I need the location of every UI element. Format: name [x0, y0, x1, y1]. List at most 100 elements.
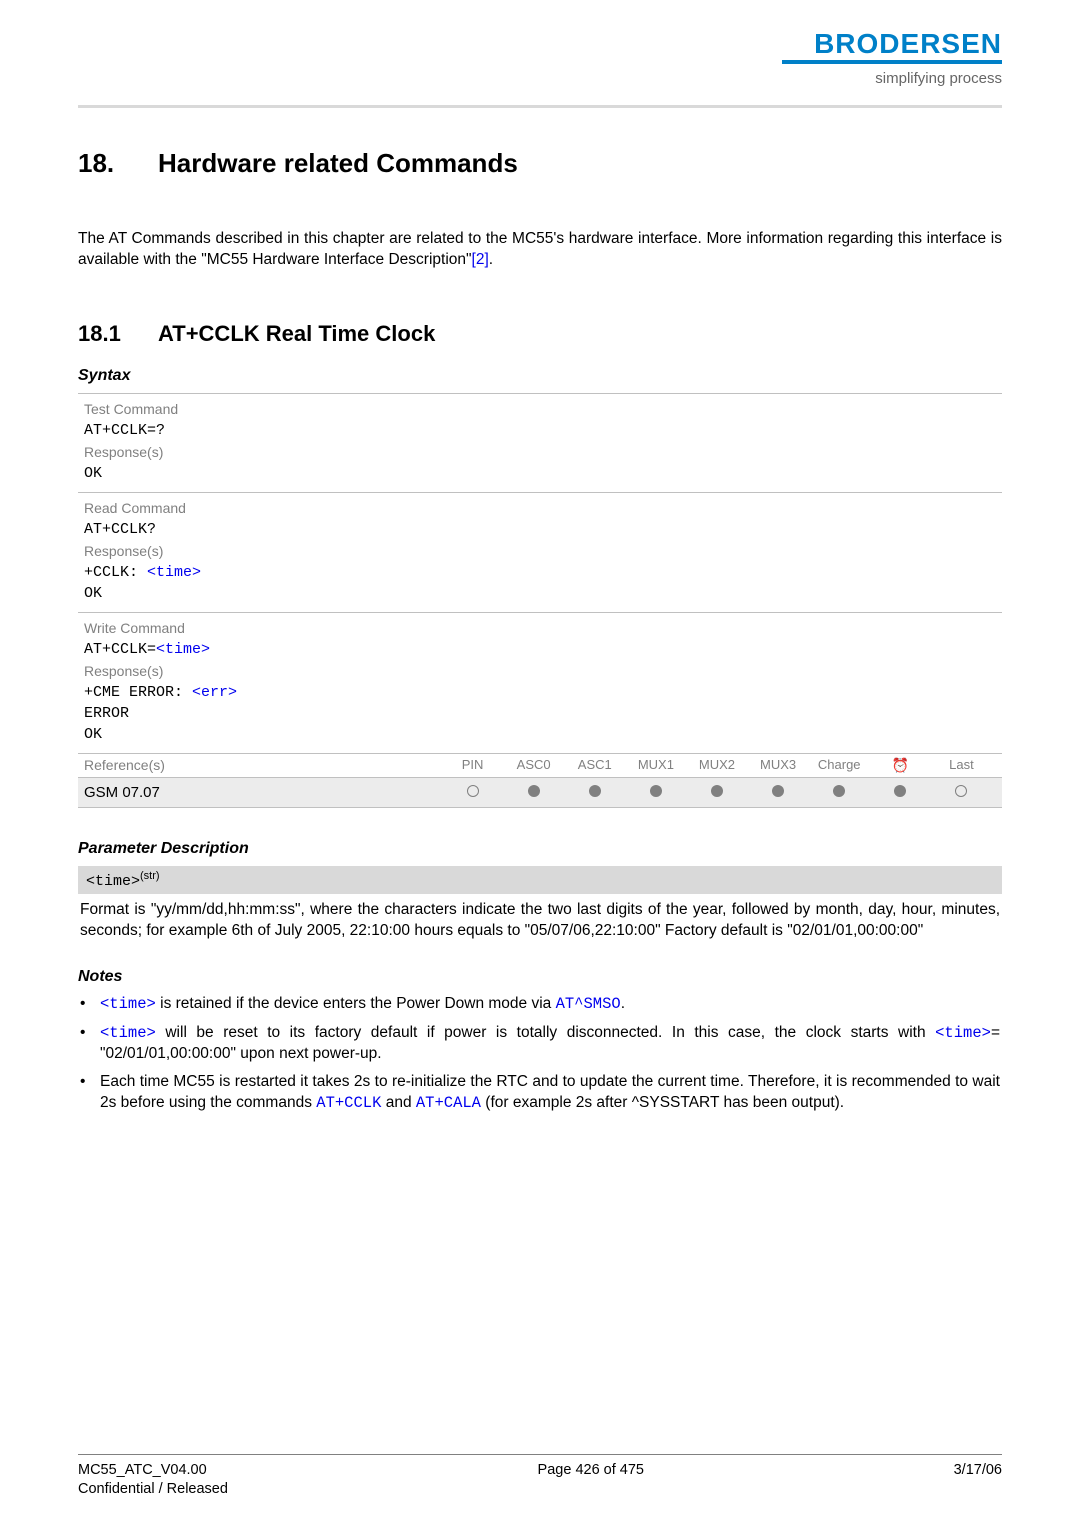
test-response-label: Response(s)	[84, 441, 996, 463]
dot-cell	[442, 784, 503, 800]
dot-cell	[809, 784, 870, 800]
note-text-span: (for example 2s after ^SYSSTART has been…	[481, 1094, 844, 1111]
dot-filled-icon	[589, 785, 601, 797]
page-header: BRODERSEN simplifying process	[78, 30, 1002, 95]
dot-filled-icon	[772, 785, 784, 797]
time-param[interactable]: <time>	[147, 564, 201, 581]
col-charge: Charge	[809, 757, 870, 774]
parameter-description: <time>(str) Format is "yy/mm/dd,hh:mm:ss…	[78, 866, 1002, 942]
test-command-block: Test Command AT+CCLK=? Response(s) OK	[78, 393, 1002, 492]
inline-param[interactable]: <time>	[100, 995, 156, 1013]
read-command: AT+CCLK?	[84, 519, 996, 540]
notes-list: •<time> is retained if the device enters…	[78, 994, 1002, 1115]
reference-columns: PIN ASC0 ASC1 MUX1 MUX2 MUX3 Charge ⏰ La…	[442, 757, 996, 774]
alarm-icon: ⏰	[892, 757, 909, 774]
dot-cell	[748, 784, 809, 800]
chapter-number: 18.	[78, 148, 158, 179]
dot-cell	[931, 784, 992, 800]
note-text-span: is retained if the device enters the Pow…	[156, 995, 556, 1012]
footer-page: Page 426 of 475	[228, 1461, 954, 1500]
page-footer: MC55_ATC_V04.00 Confidential / Released …	[78, 1454, 1002, 1500]
chapter-heading: 18.Hardware related Commands	[78, 148, 1002, 179]
inline-param[interactable]: AT+CALA	[416, 1094, 481, 1112]
read-command-block: Read Command AT+CCLK? Response(s) +CCLK:…	[78, 492, 1002, 612]
read-command-label: Read Command	[84, 497, 996, 519]
write-response-line3: OK	[84, 724, 996, 745]
bullet-icon: •	[80, 994, 100, 1015]
dot-filled-icon	[650, 785, 662, 797]
dot-filled-icon	[711, 785, 723, 797]
inline-param[interactable]: AT+CCLK	[316, 1094, 381, 1112]
reference-value: GSM 07.07	[84, 784, 442, 801]
note-text: Each time MC55 is restarted it takes 2s …	[100, 1072, 1000, 1114]
footer-docid: MC55_ATC_V04.00	[78, 1461, 228, 1481]
note-item: •Each time MC55 is restarted it takes 2s…	[80, 1072, 1000, 1114]
logo-text: BRODERSEN	[814, 30, 1002, 58]
inline-param[interactable]: <time>	[100, 1024, 156, 1042]
intro-paragraph: The AT Commands described in this chapte…	[78, 229, 1002, 271]
parameter-header: <time>(str)	[78, 866, 1002, 894]
dot-filled-icon	[833, 785, 845, 797]
col-pin: PIN	[442, 757, 503, 774]
dot-cell	[686, 784, 747, 800]
reference-dots	[442, 784, 996, 800]
dot-empty-icon	[467, 785, 479, 797]
write-command: AT+CCLK=<time>	[84, 639, 996, 660]
test-command: AT+CCLK=?	[84, 420, 996, 441]
parameter-body: Format is "yy/mm/dd,hh:mm:ss", where the…	[78, 900, 1002, 942]
section-heading: 18.1AT+CCLK Real Time Clock	[78, 321, 1002, 347]
col-asc0: ASC0	[503, 757, 564, 774]
err-param[interactable]: <err>	[192, 684, 237, 701]
col-mux3: MUX3	[748, 757, 809, 774]
note-text-span: and	[381, 1094, 415, 1111]
param-name: <time>	[86, 873, 140, 890]
write-response-line2: ERROR	[84, 703, 996, 724]
reference-link[interactable]: [2]	[472, 251, 489, 268]
note-text: <time> will be reset to its factory defa…	[100, 1023, 1000, 1065]
dot-cell	[870, 784, 931, 800]
dot-empty-icon	[955, 785, 967, 797]
footer-left: MC55_ATC_V04.00 Confidential / Released	[78, 1461, 228, 1500]
write-response-line1: +CME ERROR: <err>	[84, 682, 996, 703]
syntax-table: Test Command AT+CCLK=? Response(s) OK Re…	[78, 393, 1002, 808]
dot-cell	[564, 784, 625, 800]
logo-underline	[782, 60, 1002, 64]
chapter-title: Hardware related Commands	[158, 148, 518, 178]
intro-end: .	[489, 251, 493, 268]
parameter-description-heading: Parameter Description	[78, 840, 1002, 858]
inline-param[interactable]: AT^SMSO	[556, 995, 621, 1013]
col-mux1: MUX1	[625, 757, 686, 774]
bullet-icon: •	[80, 1023, 100, 1065]
test-response: OK	[84, 463, 996, 484]
note-item: •<time> is retained if the device enters…	[80, 994, 1000, 1015]
write-response-label: Response(s)	[84, 660, 996, 682]
note-text-span: .	[621, 995, 625, 1012]
dot-filled-icon	[894, 785, 906, 797]
col-alarm: ⏰	[870, 757, 931, 774]
test-command-label: Test Command	[84, 398, 996, 420]
col-last: Last	[931, 757, 992, 774]
footer-rule	[78, 1454, 1002, 1455]
note-text-span: will be reset to its factory default if …	[156, 1024, 935, 1041]
reference-label: Reference(s)	[84, 757, 442, 773]
write-command-label: Write Command	[84, 617, 996, 639]
header-rule	[78, 105, 1002, 108]
section-title: AT+CCLK Real Time Clock	[158, 321, 435, 346]
read-response-label: Response(s)	[84, 540, 996, 562]
reference-data-row: GSM 07.07	[78, 777, 1002, 808]
note-text: <time> is retained if the device enters …	[100, 994, 1000, 1015]
reference-header-row: Reference(s) PIN ASC0 ASC1 MUX1 MUX2 MUX…	[78, 753, 1002, 777]
section-number: 18.1	[78, 321, 158, 347]
syntax-heading: Syntax	[78, 367, 1002, 385]
notes-heading: Notes	[78, 968, 1002, 986]
note-item: •<time> will be reset to its factory def…	[80, 1023, 1000, 1065]
intro-text: The AT Commands described in this chapte…	[78, 230, 1002, 268]
dot-cell	[625, 784, 686, 800]
bullet-icon: •	[80, 1072, 100, 1114]
inline-param[interactable]: <time>	[935, 1024, 991, 1042]
dot-filled-icon	[528, 785, 540, 797]
col-asc1: ASC1	[564, 757, 625, 774]
read-response-line1: +CCLK: <time>	[84, 562, 996, 583]
col-mux2: MUX2	[686, 757, 747, 774]
time-param[interactable]: <time>	[156, 641, 210, 658]
